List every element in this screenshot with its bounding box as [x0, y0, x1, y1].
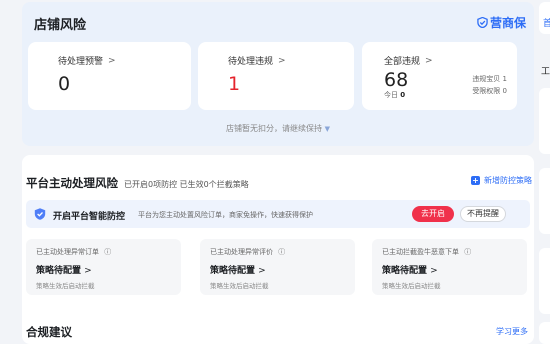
chevron-right-icon: > [425, 55, 433, 66]
right-sidebar: 首 工 [539, 0, 550, 344]
shield-check-icon [477, 17, 488, 28]
stat-value: 0 [58, 73, 71, 95]
stat-label: 待处理违规 [228, 57, 274, 67]
violation-items[interactable]: 违规宝贝 1 [472, 73, 507, 85]
stat-pending-violations[interactable]: 待处理违规 > 1 [198, 42, 354, 110]
plus-icon: + [471, 176, 480, 185]
card-title: 已主动处理异常评价 [210, 248, 273, 256]
right-card-text: 首 [543, 19, 550, 29]
help-icon[interactable]: ⓘ [464, 248, 471, 256]
learn-more-link[interactable]: 学习更多 [496, 326, 528, 337]
smart-protection-banner: 开启平台智能防控 平台为您主动处置风险订单，商家免操作，快速获得保护 去开启 不… [26, 200, 530, 228]
strategy-card-malicious-orders[interactable]: 已主动拦截盈牛恶意下单 ⓘ 策略待配置 > 策略生效后启动拦截 [372, 239, 527, 295]
stat-pending-warnings[interactable]: 待处理预警 > 0 [28, 42, 191, 110]
stat-label: 待处理预警 [58, 57, 104, 67]
card-footnote: 策略生效后启动拦截 [210, 282, 269, 290]
card-footnote: 策略生效后启动拦截 [382, 282, 441, 290]
store-risk-card: 店铺风险 营商保 待处理预警 > 0 待处理违规 > 1 全部违规 > 68 今… [22, 2, 534, 146]
shield-check-icon [34, 208, 46, 220]
right-section-title: 工 [541, 67, 550, 77]
brand-logo: 营商保 [477, 14, 526, 31]
no-deduction-note: 店铺暂无扣分，请继续保持 ▼ [226, 124, 330, 133]
card-status: 策略待配置 [36, 266, 82, 276]
banner-desc: 平台为您主动处置风险订单，商家免操作，快速获得保护 [138, 211, 313, 219]
strategy-card-orders[interactable]: 已主动处理异常订单 ⓘ 策略待配置 > 策略生效后启动拦截 [26, 239, 181, 295]
store-risk-title: 店铺风险 [34, 18, 87, 33]
chevron-right-icon: > [258, 266, 266, 276]
help-icon[interactable]: ⓘ [278, 248, 285, 256]
chevron-right-icon: > [84, 266, 92, 276]
dont-remind-button[interactable]: 不再提醒 [460, 206, 506, 222]
card-status: 策略待配置 [382, 266, 428, 276]
card-status: 策略待配置 [210, 266, 256, 276]
restricted-permissions[interactable]: 受限权限 0 [472, 85, 507, 97]
compliance-title: 合规建议 [26, 325, 72, 339]
card-footnote: 策略生效后启动拦截 [36, 282, 95, 290]
stat-value: 1 [228, 73, 241, 95]
strategy-card-reviews[interactable]: 已主动处理异常评价 ⓘ 策略待配置 > 策略生效后启动拦截 [200, 239, 355, 295]
brand-name: 营商保 [489, 16, 526, 30]
stat-all-violations[interactable]: 全部违规 > 68 今日 0 违规宝贝 1 受限权限 0 [362, 42, 517, 110]
platform-risk-subtitle: 已开启0项防控 已生效0个拦截策略 [124, 180, 249, 189]
stat-label: 全部违规 [384, 57, 421, 67]
enable-button[interactable]: 去开启 [412, 206, 454, 222]
add-strategy-link[interactable]: + 新增防控策略 [471, 175, 532, 186]
card-title: 已主动拦截盈牛恶意下单 [382, 248, 459, 256]
card-title: 已主动处理异常订单 [36, 248, 99, 256]
platform-risk-title: 平台主动处理风险 已开启0项防控 已生效0个拦截策略 [26, 176, 249, 190]
banner-title: 开启平台智能防控 [53, 212, 126, 222]
chevron-down-icon[interactable]: ▼ [325, 125, 330, 133]
platform-risk-section: 平台主动处理风险 已开启0项防控 已生效0个拦截策略 + 新增防控策略 开启平台… [22, 155, 534, 344]
chevron-right-icon: > [108, 55, 116, 66]
chevron-right-icon: > [278, 55, 286, 66]
help-icon[interactable]: ⓘ [104, 248, 111, 256]
violation-breakdown: 违规宝贝 1 受限权限 0 [472, 73, 507, 97]
chevron-right-icon: > [430, 266, 438, 276]
